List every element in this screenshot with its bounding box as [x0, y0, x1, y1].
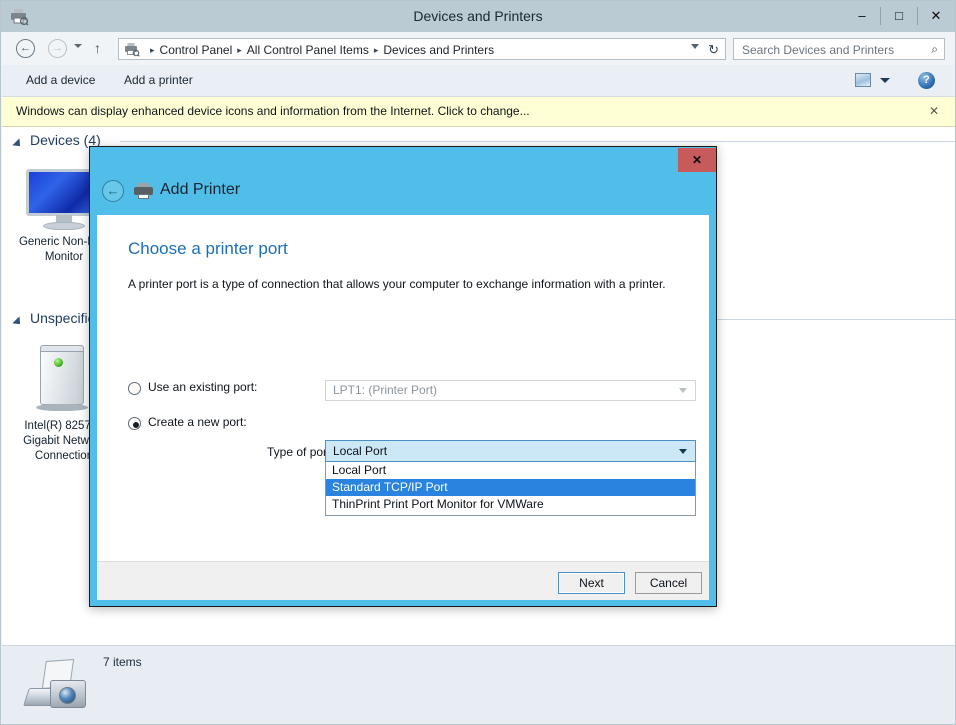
dropdown-option-standard-tcpip-port[interactable]: Standard TCP/IP Port — [326, 479, 695, 496]
radio-selected-dot — [132, 421, 139, 428]
window-title: Devices and Printers — [413, 8, 543, 24]
breadcrumb-item-control-panel[interactable]: Control Panel — [160, 40, 233, 60]
existing-port-select[interactable]: LPT1: (Printer Port) — [325, 380, 696, 401]
type-of-port-dropdown-list[interactable]: Local Port Standard TCP/IP Port ThinPrin… — [325, 462, 696, 516]
change-view-icon[interactable] — [855, 73, 871, 87]
printer-scanner-icon — [23, 658, 94, 712]
dialog-header: ← Add Printer — [90, 172, 716, 215]
dialog-description: A printer port is a type of connection t… — [128, 277, 666, 291]
search-input[interactable] — [740, 39, 914, 61]
notification-bar[interactable]: Windows can display enhanced device icon… — [2, 97, 955, 127]
dialog-footer: Next Cancel — [97, 561, 709, 600]
group-divider — [120, 141, 955, 142]
breadcrumb-separator: ▸ — [373, 44, 379, 55]
type-of-port-select[interactable]: Local Port — [325, 440, 696, 462]
minimize-button[interactable]: – — [844, 3, 880, 29]
add-printer-dialog: ✕ ← Add Printer Choose a printer port A … — [89, 146, 717, 607]
printer-icon — [134, 183, 153, 199]
back-icon[interactable]: ← — [16, 39, 35, 58]
chevron-down-icon[interactable] — [679, 449, 687, 454]
help-icon[interactable]: ? — [918, 72, 935, 89]
dialog-body: Choose a printer port A printer port is … — [97, 215, 709, 561]
breadcrumb-item-devices-and-printers[interactable]: Devices and Printers — [383, 40, 494, 60]
radio-indicator[interactable] — [128, 417, 141, 430]
chevron-down-icon[interactable] — [679, 388, 687, 393]
breadcrumb-item-all-control-panel-items[interactable]: All Control Panel Items — [247, 40, 369, 60]
up-arrow-icon[interactable]: ↑ — [94, 41, 101, 55]
dialog-heading: Choose a printer port — [128, 239, 288, 258]
network-adapter-icon — [34, 345, 94, 415]
breadcrumb-items: ▸ Control Panel ▸ All Control Panel Items ▸ D… — [145, 39, 494, 59]
navigation-bar: ← → ↑ ▸ Control Panel ▸ All Control Panel I… — [2, 32, 955, 65]
type-of-port-value: Local Port — [333, 444, 388, 458]
recent-locations-chevron-icon[interactable] — [74, 44, 82, 48]
radio-label: Create a new port: — [148, 415, 247, 429]
breadcrumb[interactable]: ▸ Control Panel ▸ All Control Panel Items ▸ D… — [118, 38, 726, 60]
item-count-label: 7 items — [103, 655, 142, 669]
add-a-device-button[interactable]: Add a device — [18, 65, 103, 96]
dropdown-option-thinprint-vmware[interactable]: ThinPrint Print Port Monitor for VMWare — [326, 496, 695, 513]
type-of-port-label: Type of port: — [267, 445, 334, 459]
group-expander-devices[interactable] — [12, 138, 24, 150]
cancel-button[interactable]: Cancel — [635, 572, 702, 594]
dialog-back-icon[interactable]: ← — [102, 180, 124, 202]
refresh-icon[interactable]: ↻ — [708, 40, 719, 59]
radio-indicator[interactable] — [128, 382, 141, 395]
next-button[interactable]: Next — [558, 572, 625, 594]
breadcrumb-separator: ▸ — [150, 44, 155, 55]
forward-icon[interactable]: → — [48, 39, 67, 58]
status-bar: 7 items — [2, 645, 955, 724]
dialog-title: Add Printer — [160, 181, 241, 198]
dialog-close-button[interactable]: ✕ — [678, 148, 716, 172]
chevron-down-icon[interactable] — [880, 78, 890, 83]
search-icon[interactable]: ⌕ — [931, 42, 938, 57]
title-bar: Devices and Printers – □ ✕ — [1, 1, 955, 32]
notification-message: Windows can display enhanced device icon… — [16, 104, 530, 118]
command-bar: Add a device Add a printer ? — [2, 65, 955, 97]
dropdown-option-local-port[interactable]: Local Port — [326, 462, 695, 479]
maximize-button[interactable]: □ — [881, 3, 917, 29]
group-expander-unspecified[interactable] — [12, 316, 24, 328]
breadcrumb-separator: ▸ — [237, 44, 242, 55]
close-window-button[interactable]: ✕ — [918, 3, 954, 29]
search-box[interactable]: ⌕ — [733, 38, 945, 61]
add-a-printer-button[interactable]: Add a printer — [116, 65, 201, 96]
breadcrumb-chevron-down-icon[interactable] — [691, 44, 699, 49]
breadcrumb-printer-icon — [124, 41, 140, 57]
radio-label: Use an existing port: — [148, 380, 258, 394]
notification-close-icon[interactable]: ✕ — [929, 97, 939, 126]
existing-port-value: LPT1: (Printer Port) — [333, 383, 438, 397]
